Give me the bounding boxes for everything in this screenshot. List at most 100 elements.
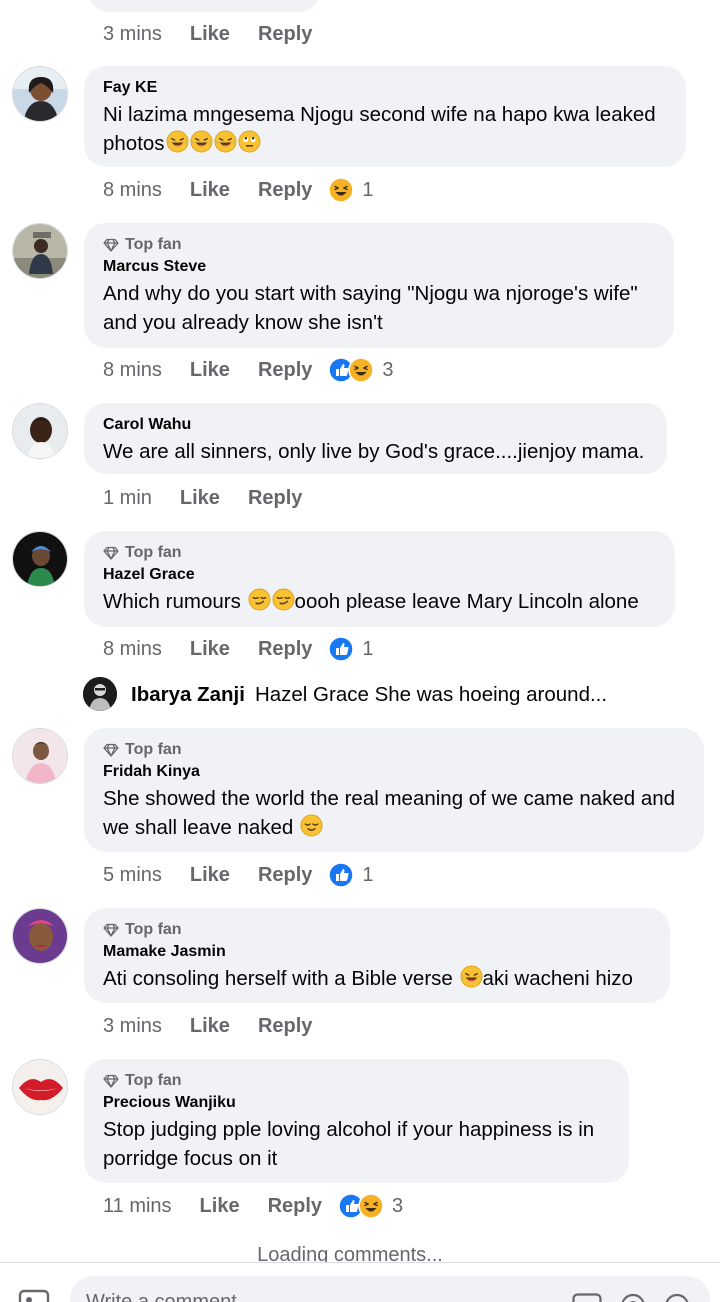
comment-author[interactable]: Carol Wahu	[103, 415, 649, 435]
smirk-emoji-icon	[272, 588, 295, 611]
avatar[interactable]	[12, 223, 68, 279]
comment-author[interactable]: Mamake Jasmin	[103, 942, 652, 962]
reaction-summary[interactable]	[328, 636, 354, 662]
avatar[interactable]	[12, 531, 68, 587]
comment-author[interactable]: Fay KE	[103, 78, 668, 98]
avatar[interactable]	[12, 908, 68, 964]
comment-bubble[interactable]: Top fan Fridah Kinya She showed the worl…	[84, 728, 704, 852]
top-fan-badge: Top fan	[103, 235, 656, 255]
reply-button[interactable]: Reply	[258, 1015, 312, 1038]
reaction-summary[interactable]	[338, 1193, 384, 1219]
avatar[interactable]	[12, 403, 68, 459]
comment-bubble[interactable]: Top fan Marcus Steve And why do you star…	[84, 223, 674, 348]
top-fan-badge: Top fan	[103, 1071, 611, 1091]
avatar[interactable]	[12, 728, 68, 784]
laughing-tears-emoji-icon	[460, 965, 483, 988]
comment-text-line: We are all sinners, only live by God's g…	[103, 440, 644, 463]
like-button[interactable]: Like	[190, 23, 230, 46]
comment-input[interactable]: Write a comment...	[70, 1276, 710, 1302]
like-button[interactable]: Like	[180, 487, 220, 510]
diamond-icon	[103, 1073, 119, 1089]
comment-author[interactable]: Precious Wanjiku	[103, 1093, 611, 1113]
comment-text-line: and you already know she isn't	[103, 311, 383, 334]
like-reaction-icon	[328, 636, 354, 662]
reply-button[interactable]: Reply	[258, 179, 312, 202]
comment-text-line: She showed the world the real meaning of…	[103, 787, 675, 810]
comment-meta: 3 mins Like Reply	[103, 1012, 340, 1040]
comment-text-segment: Ati consoling herself with a Bible verse	[103, 967, 453, 990]
top-fan-label: Top fan	[125, 543, 182, 563]
reply-author[interactable]: Ibarya Zanji	[131, 683, 245, 706]
reaction-summary[interactable]	[328, 862, 354, 888]
comment-bubble[interactable]: Top fan Mamake Jasmin Ati consoling hers…	[84, 908, 670, 1003]
like-button[interactable]: Like	[190, 638, 230, 661]
comment-bubble[interactable]: Top fan Hazel Grace Which rumours oooh p…	[84, 531, 675, 627]
comment-author[interactable]: Hazel Grace	[103, 565, 657, 585]
reaction-count[interactable]: 3	[382, 359, 393, 382]
comment-time: 5 mins	[103, 864, 162, 887]
comment-meta: 8 mins Like Reply 1	[103, 176, 374, 204]
reply-text: Hazel Grace She was hoeing around...	[255, 683, 607, 706]
like-button[interactable]: Like	[190, 179, 230, 202]
comment-text-line: porridge focus on it	[103, 1147, 277, 1170]
comment-text-segment: Which rumours	[103, 590, 241, 613]
top-fan-badge: Top fan	[103, 920, 652, 940]
reply-button[interactable]: Reply	[258, 23, 312, 46]
comment-author[interactable]: Marcus Steve	[103, 257, 656, 277]
reaction-count[interactable]: 1	[362, 179, 373, 202]
diamond-icon	[103, 742, 119, 758]
reply-button[interactable]: Reply	[268, 1195, 322, 1218]
diamond-icon	[103, 922, 119, 938]
comment-bubble[interactable]: Carol Wahu We are all sinners, only live…	[84, 403, 667, 474]
comment-author[interactable]: Fridah Kinya	[103, 762, 686, 782]
reaction-summary[interactable]	[328, 357, 374, 383]
reply-avatar[interactable]	[83, 677, 117, 711]
comment-text: Ati consoling herself with a Bible verse…	[103, 964, 652, 993]
relieved-emoji-icon	[300, 814, 323, 837]
comment-meta: 8 mins Like Reply 1	[103, 635, 374, 663]
top-fan-badge: Top fan	[103, 740, 686, 760]
reaction-count[interactable]: 3	[392, 1195, 403, 1218]
comment-bubble[interactable]: Top fan Precious Wanjiku Stop judging pp…	[84, 1059, 629, 1183]
reaction-count[interactable]: 1	[362, 864, 373, 887]
comment-text-line: Ni lazima mngesema Njogu second wife na …	[103, 103, 656, 126]
like-button[interactable]: Like	[190, 359, 230, 382]
comment-time: 3 mins	[103, 1015, 162, 1038]
eye-roll-emoji-icon	[238, 130, 261, 153]
top-fan-label: Top fan	[125, 920, 182, 940]
like-button[interactable]: Like	[200, 1195, 240, 1218]
reply-button[interactable]: Reply	[248, 487, 302, 510]
avatar[interactable]	[12, 66, 68, 122]
comment-text-line: Stop judging pple loving alcohol if your…	[103, 1118, 594, 1141]
haha-reaction-icon	[348, 357, 374, 383]
comment-meta: 1 min Like Reply	[103, 484, 330, 512]
diamond-icon	[103, 237, 119, 253]
haha-reaction-icon	[328, 177, 354, 203]
comment-meta: 5 mins Like Reply 1	[103, 861, 374, 889]
reply-button[interactable]: Reply	[258, 864, 312, 887]
comment-time: 3 mins	[103, 23, 162, 46]
comment-text-line: photos	[103, 132, 165, 155]
camera-icon[interactable]	[18, 1289, 52, 1302]
reaction-count[interactable]: 1	[362, 638, 373, 661]
comment-text-line: And why do you start with saying "Njogu …	[103, 282, 638, 305]
comment-bubble[interactable]: Fay KE Ni lazima mngesema Njogu second w…	[84, 66, 686, 167]
like-reaction-icon	[328, 862, 354, 888]
reply-button[interactable]: Reply	[258, 638, 312, 661]
reply-button[interactable]: Reply	[258, 359, 312, 382]
comment-text: We are all sinners, only live by God's g…	[103, 437, 649, 466]
smirk-emoji-icon	[248, 588, 271, 611]
like-button[interactable]: Like	[190, 1015, 230, 1038]
top-fan-label: Top fan	[125, 1071, 182, 1091]
like-button[interactable]: Like	[190, 864, 230, 887]
comment-text: And why do you start with saying "Njogu …	[103, 279, 656, 337]
comment-input-placeholder: Write a comment...	[86, 1291, 253, 1302]
diamond-icon	[103, 545, 119, 561]
haha-reaction-icon	[358, 1193, 384, 1219]
laughing-tears-emoji-icon	[214, 130, 237, 153]
reaction-summary[interactable]	[328, 177, 354, 203]
reply-preview[interactable]: Ibarya Zanji Hazel Grace She was hoeing a…	[131, 681, 607, 709]
avatar[interactable]	[12, 1059, 68, 1115]
comment-composer-bar: Write a comment...	[0, 1262, 720, 1302]
top-fan-badge: Top fan	[103, 543, 657, 563]
